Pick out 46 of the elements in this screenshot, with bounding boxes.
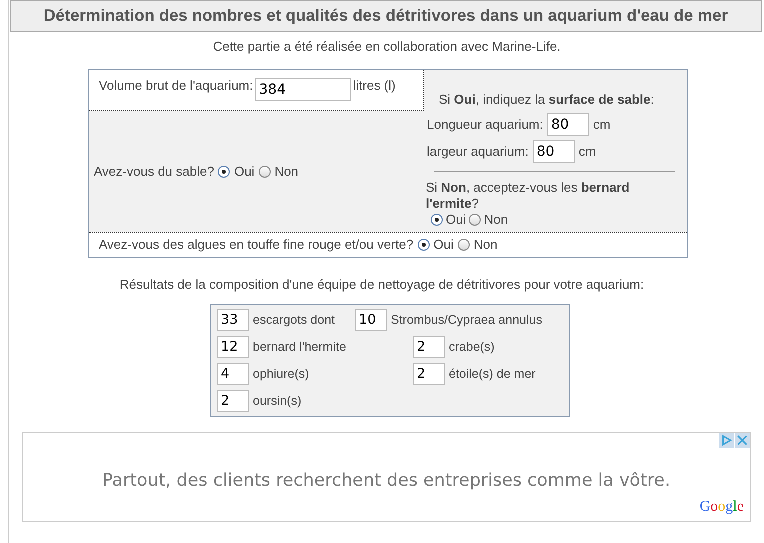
- option-label: Oui: [234, 164, 255, 179]
- species-label: étoile(s) de mer: [449, 367, 536, 381]
- field-label: largeur aquarium:: [427, 144, 529, 159]
- algae-question: Avez-vous des algues en touffe fine rouge et/ou verte?: [99, 237, 414, 252]
- field-label: Volume brut de l'aquarium:: [99, 78, 254, 93]
- count-field[interactable]: 2: [413, 336, 445, 358]
- option-label: Non: [274, 164, 299, 179]
- results-heading: Résultats de la composition d'une équipe de nettoyage de détritivores pour votre aquarium:: [118, 277, 646, 292]
- option-label: Oui: [434, 237, 454, 252]
- count-field[interactable]: 33: [217, 309, 249, 331]
- species-label: escargots dont: [253, 313, 335, 327]
- unit-label: litres (l): [353, 78, 396, 93]
- hermit-question: Si Non, acceptez-vous les bernard l'ermite?: [426, 180, 631, 212]
- sand-surface-heading: Si Oui, indiquez la surface de sable:: [438, 92, 656, 107]
- field-label: Longueur aquarium:: [427, 117, 544, 132]
- count-field[interactable]: 2: [413, 363, 445, 385]
- species-label: Strombus/Cypraea annulus: [391, 313, 542, 327]
- radio-button[interactable]: [431, 214, 443, 226]
- count-field[interactable]: 2: [217, 390, 249, 412]
- radio-button[interactable]: [469, 214, 482, 226]
- count-field[interactable]: 12: [217, 336, 249, 358]
- dimension-field[interactable]: 80: [547, 113, 590, 136]
- dimension-field[interactable]: 80: [532, 140, 575, 163]
- volume-field[interactable]: 384: [255, 78, 352, 101]
- unit-label: cm: [578, 144, 596, 159]
- radio-button[interactable]: [258, 166, 271, 178]
- close-icon[interactable]: [735, 433, 750, 448]
- option-label: Non: [474, 237, 498, 252]
- unit-label: cm: [593, 117, 611, 132]
- count-field[interactable]: 4: [217, 363, 249, 385]
- page-title: Détermination des nombres et qualités des détritivores dans un aquarium d'eau de mer: [10, 0, 762, 32]
- option-label: Non: [484, 212, 508, 227]
- species-label: bernard l'hermite: [253, 340, 346, 354]
- radio-button[interactable]: [418, 238, 430, 250]
- google-logo[interactable]: Google: [700, 499, 744, 516]
- species-label: oursin(s): [253, 394, 302, 408]
- ad-text: Partout, des clients recherchent des entreprises comme la vôtre.: [101, 471, 672, 491]
- sand-question: Avez-vous du sable?: [94, 164, 214, 179]
- credit-text: Cette partie a été réalisée en collaboration avec Marine-Life.: [212, 39, 562, 54]
- radio-button[interactable]: [458, 238, 470, 250]
- ad-choices-icon[interactable]: [719, 433, 734, 448]
- count-field[interactable]: 10: [355, 309, 387, 331]
- species-label: ophiure(s): [253, 367, 310, 381]
- option-label: Oui: [446, 212, 466, 227]
- species-label: crabe(s): [449, 340, 495, 354]
- radio-button[interactable]: [218, 166, 230, 178]
